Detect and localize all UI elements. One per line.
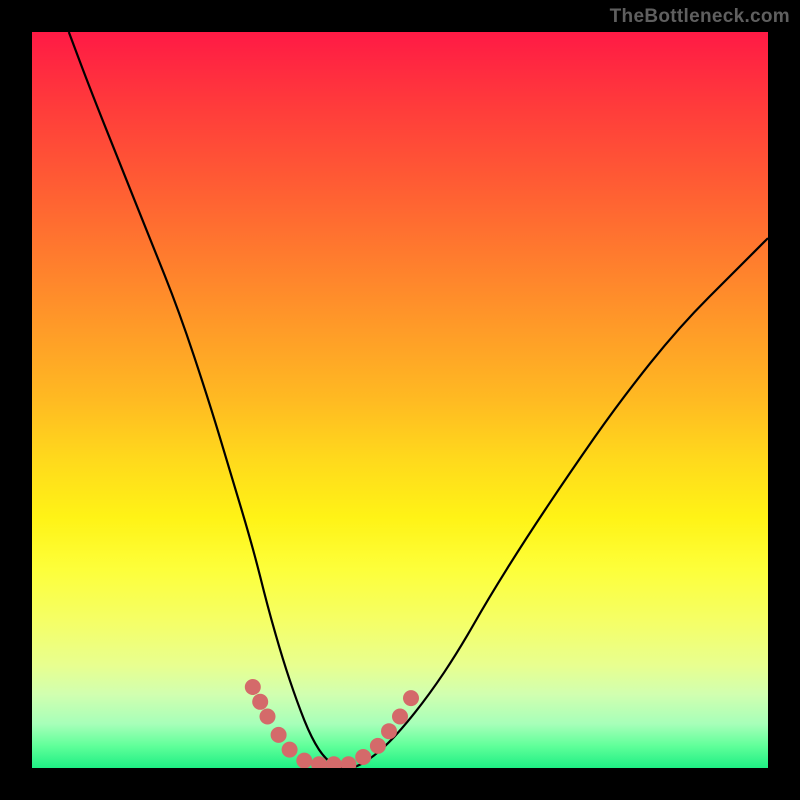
- marker-dot: [252, 694, 268, 710]
- watermark-text: TheBottleneck.com: [610, 6, 790, 28]
- chart-plot-area: [32, 32, 768, 768]
- marker-dot: [282, 742, 298, 758]
- marker-dot: [271, 727, 287, 743]
- marker-dot: [403, 690, 419, 706]
- chart-stage: TheBottleneck.com: [0, 0, 800, 800]
- marker-dot: [381, 723, 397, 739]
- bottleneck-curve: [69, 32, 768, 768]
- marker-dot: [245, 679, 261, 695]
- marker-dot: [392, 709, 408, 725]
- marker-dot: [355, 749, 371, 765]
- marker-dot: [260, 709, 276, 725]
- marker-dot: [370, 738, 386, 754]
- marker-dot: [311, 756, 327, 768]
- marker-dot: [326, 756, 342, 768]
- highlight-dots: [245, 679, 419, 768]
- curve-svg: [32, 32, 768, 768]
- marker-dot: [296, 753, 312, 768]
- marker-dot: [341, 756, 357, 768]
